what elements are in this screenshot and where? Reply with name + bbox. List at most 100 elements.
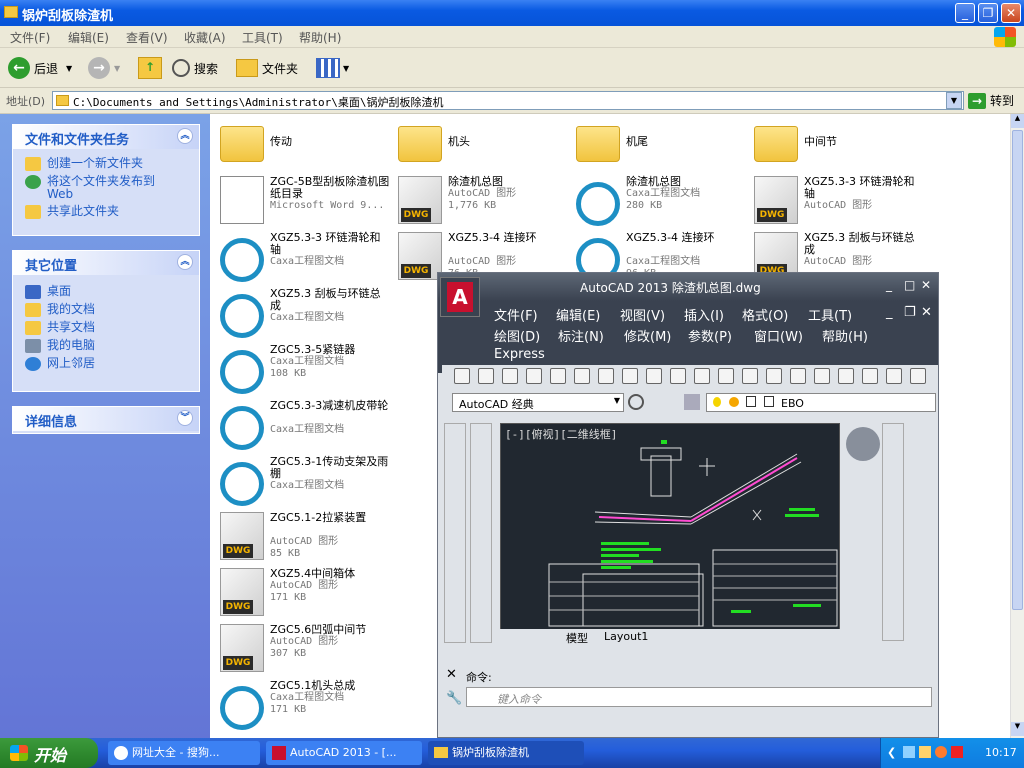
menu-view[interactable]: 查看(V): [126, 29, 168, 46]
autocad-tool-button[interactable]: [742, 368, 758, 384]
autocad-tool-button[interactable]: [886, 368, 902, 384]
autocad-tool-button[interactable]: [454, 368, 470, 384]
command-close-icon[interactable]: ✕: [446, 667, 457, 682]
menu-edit[interactable]: 编辑(E): [68, 29, 109, 46]
address-input[interactable]: C:\Documents and Settings\Administrator\…: [52, 91, 964, 110]
taskbar-item-browser[interactable]: 网址大全 - 搜狗...: [108, 741, 260, 765]
autocad-tool-button[interactable]: [910, 368, 926, 384]
task-share-folder[interactable]: 共享此文件夹: [13, 203, 199, 221]
place-my-computer[interactable]: 我的电脑: [13, 337, 199, 355]
menu-file[interactable]: 文件(F): [10, 29, 50, 46]
autocad-menu-express[interactable]: Express: [494, 347, 545, 362]
workspace-dropdown[interactable]: AutoCAD 经典 ▼: [452, 393, 624, 412]
task-publish-web[interactable]: 将这个文件夹发布到 Web: [13, 173, 199, 203]
doc-restore-button[interactable]: ❐: [904, 305, 916, 320]
file-item[interactable]: 除渣机总图Caxa工程图文档280 KB: [570, 172, 748, 228]
maximize-button[interactable]: ❐: [978, 3, 998, 23]
back-button[interactable]: ← 后退 ▼: [8, 56, 72, 80]
wrench-icon[interactable]: 🔧: [446, 691, 462, 706]
search-button[interactable]: 搜索: [172, 56, 218, 80]
tab-layout1[interactable]: Layout1: [604, 630, 648, 643]
folders-button[interactable]: 文件夹: [236, 56, 298, 80]
details-header[interactable]: 详细信息︾: [13, 407, 199, 431]
autocad-tool-button[interactable]: [838, 368, 854, 384]
file-item[interactable]: 传动: [214, 116, 392, 172]
start-button[interactable]: 开始: [0, 738, 98, 768]
layer-properties-icon[interactable]: [684, 394, 700, 410]
autocad-tool-button[interactable]: [550, 368, 566, 384]
file-tasks-header[interactable]: 文件和文件夹任务︽: [13, 125, 199, 149]
menu-help[interactable]: 帮助(H): [299, 29, 341, 46]
close-button[interactable]: ✕: [1001, 3, 1021, 23]
autocad-menu-parameter[interactable]: 参数(P): [688, 326, 732, 345]
scroll-thumb[interactable]: [1012, 130, 1023, 610]
place-network[interactable]: 网上邻居: [13, 355, 199, 373]
autocad-tool-button[interactable]: [646, 368, 662, 384]
task-new-folder[interactable]: 创建一个新文件夹: [13, 155, 199, 173]
autocad-menu-file[interactable]: 文件(F): [494, 305, 538, 324]
autocad-menu-window[interactable]: 窗口(W): [754, 326, 803, 345]
doc-close-button[interactable]: ✕: [921, 305, 932, 320]
autocad-menu-tools[interactable]: 工具(T): [808, 305, 852, 324]
autocad-tool-button[interactable]: [670, 368, 686, 384]
file-item[interactable]: 机头: [392, 116, 570, 172]
file-item[interactable]: DWGZGC5.1-2拉紧装置AutoCAD 图形85 KB: [214, 508, 392, 564]
volume-tray-icon[interactable]: [919, 746, 931, 758]
autocad-tool-button[interactable]: [478, 368, 494, 384]
file-item[interactable]: ZGC5.3-3减速机皮带轮Caxa工程图文档: [214, 396, 392, 452]
autocad-menu-dimension[interactable]: 标注(N): [558, 326, 604, 345]
security-tray-icon[interactable]: [951, 746, 963, 758]
taskbar-item-autocad[interactable]: AutoCAD 2013 - [...: [266, 741, 422, 765]
network-tray-icon[interactable]: [903, 746, 915, 758]
collapse-icon[interactable]: ︽: [177, 254, 193, 270]
tray-expand-icon[interactable]: ❮: [887, 746, 896, 759]
gear-icon[interactable]: [628, 394, 644, 410]
views-button[interactable]: ▼: [316, 56, 349, 80]
file-item[interactable]: ZGC-5B型刮板除渣机图纸目录Microsoft Word 9...: [214, 172, 392, 228]
layer-dropdown[interactable]: EBO: [706, 393, 936, 412]
place-desktop[interactable]: 桌面: [13, 283, 199, 301]
menu-tools[interactable]: 工具(T): [242, 29, 283, 46]
place-shared-documents[interactable]: 共享文档: [13, 319, 199, 337]
autocad-minimize-button[interactable]: _: [886, 278, 892, 292]
autocad-tool-button[interactable]: [862, 368, 878, 384]
autocad-menu-draw[interactable]: 绘图(D): [494, 326, 540, 345]
autocad-menu-modify[interactable]: 修改(M): [624, 326, 671, 345]
file-item[interactable]: DWGXGZ5.4中间箱体AutoCAD 图形171 KB: [214, 564, 392, 620]
autocad-maximize-button[interactable]: □: [904, 278, 915, 292]
doc-minimize-button[interactable]: _: [886, 305, 893, 320]
autocad-tool-button[interactable]: [790, 368, 806, 384]
drawing-viewport[interactable]: [-][俯视][二维线框]: [500, 423, 840, 637]
file-item[interactable]: DWGXGZ5.3-3 环链滑轮和轴AutoCAD 图形: [748, 172, 926, 228]
autocad-menu-insert[interactable]: 插入(I): [684, 305, 724, 324]
viewcube[interactable]: [846, 427, 880, 461]
autocad-menu-view[interactable]: 视图(V): [620, 305, 665, 324]
autocad-tool-button[interactable]: [814, 368, 830, 384]
scroll-up-button[interactable]: ▲: [1011, 114, 1024, 128]
minimize-button[interactable]: _: [955, 3, 975, 23]
go-button[interactable]: → 转到: [968, 92, 1014, 109]
autocad-tool-button[interactable]: [526, 368, 542, 384]
autocad-tool-button[interactable]: [598, 368, 614, 384]
autocad-tool-button[interactable]: [694, 368, 710, 384]
command-input[interactable]: 键入命令: [466, 687, 932, 707]
up-folder-button[interactable]: ↑: [138, 56, 162, 80]
autocad-app-button[interactable]: A: [440, 277, 480, 317]
autocad-close-button[interactable]: ✕: [921, 278, 931, 292]
autocad-menu-help[interactable]: 帮助(H): [822, 326, 868, 345]
other-places-header[interactable]: 其它位置︽: [13, 251, 199, 275]
antivirus-tray-icon[interactable]: [935, 746, 947, 758]
autocad-menu-edit[interactable]: 编辑(E): [556, 305, 600, 324]
forward-button[interactable]: → ▼: [88, 56, 120, 80]
place-my-documents[interactable]: 我的文档: [13, 301, 199, 319]
autocad-tool-button[interactable]: [574, 368, 590, 384]
menu-favorites[interactable]: 收藏(A): [184, 29, 226, 46]
file-item[interactable]: XGZ5.3 刮板与环链总成Caxa工程图文档: [214, 284, 392, 340]
file-item[interactable]: 中间节: [748, 116, 926, 172]
taskbar-item-explorer[interactable]: 锅炉刮板除渣机: [428, 741, 584, 765]
tab-model[interactable]: 模型: [566, 630, 588, 646]
file-item[interactable]: ZGC5.3-5紧链器Caxa工程图文档108 KB: [214, 340, 392, 396]
file-item[interactable]: DWGZGC5.6凹弧中间节AutoCAD 图形307 KB: [214, 620, 392, 676]
file-item[interactable]: ZGC5.1机头总成Caxa工程图文档171 KB: [214, 676, 392, 732]
address-dropdown-button[interactable]: ▼: [946, 92, 962, 109]
